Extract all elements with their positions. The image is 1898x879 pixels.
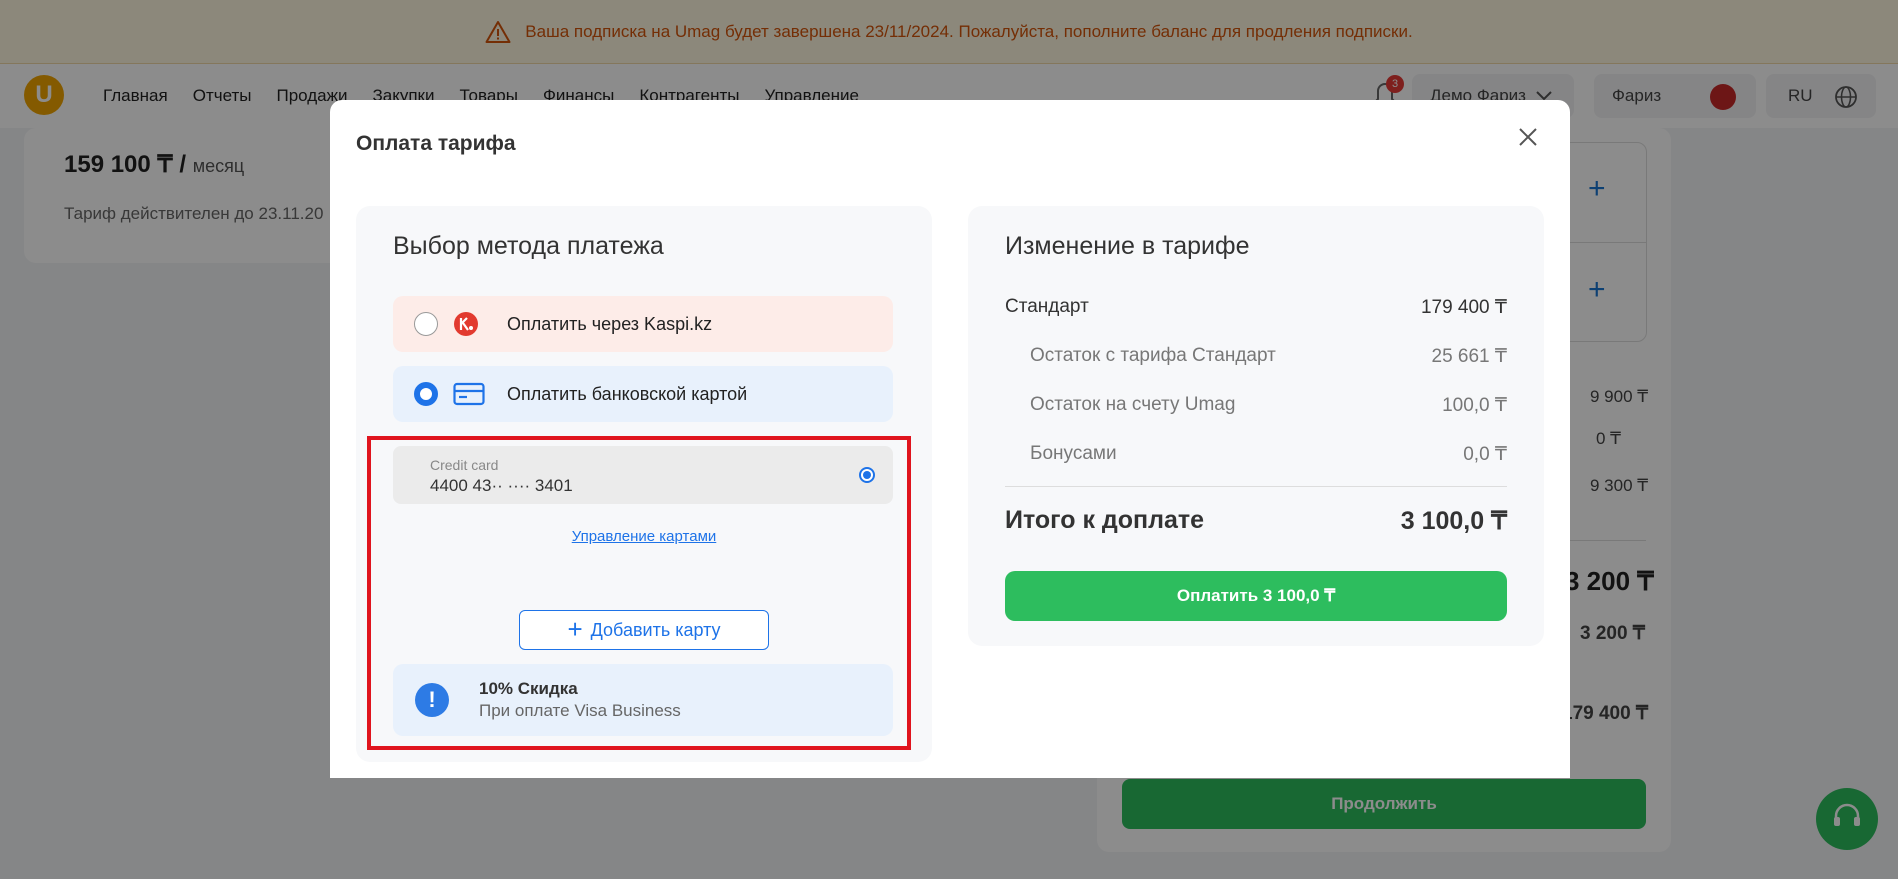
modal-title: Оплата тарифа (356, 132, 516, 155)
pay-button[interactable]: Оплатить 3 100,0 ₸ (1005, 571, 1507, 621)
kaspi-label: Оплатить через Kaspi.kz (507, 313, 713, 334)
tariff-change-title: Изменение в тарифе (1005, 232, 1250, 260)
summary-row-bonuses: Бонусами 0,0 ₸ (1030, 443, 1507, 465)
summary-row-remainder: Остаток с тарифа Стандарт 25 661 ₸ (1030, 345, 1507, 367)
summary-row-account-balance: Остаток на счету Umag 100,0 ₸ (1030, 394, 1507, 416)
summary-row-standard: Стандарт 179 400 ₸ (1005, 296, 1507, 318)
close-icon[interactable] (1513, 122, 1543, 152)
divider (1005, 486, 1507, 487)
payment-option-kaspi[interactable]: Оплатить через Kaspi.kz (393, 296, 893, 352)
card-radio[interactable] (414, 382, 438, 406)
summary-row-total: Итого к доплате 3 100,0 ₸ (1005, 506, 1507, 535)
card-label: Оплатить банковской картой (507, 383, 748, 404)
highlight-box (367, 436, 911, 750)
kaspi-radio[interactable] (414, 312, 438, 336)
payment-method-title: Выбор метода платежа (393, 232, 664, 260)
kaspi-icon (453, 311, 479, 342)
tariff-change-panel: Изменение в тарифе Стандарт 179 400 ₸ Ост… (968, 206, 1544, 646)
credit-card-icon (453, 381, 485, 412)
payment-option-card[interactable]: Оплатить банковской картой (393, 366, 893, 422)
